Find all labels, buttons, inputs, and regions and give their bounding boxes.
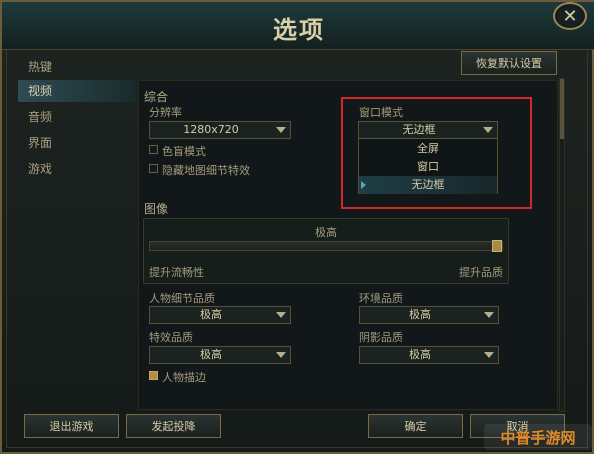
graphics-slider[interactable] <box>149 241 503 251</box>
environment-quality-value: 极高 <box>409 308 431 321</box>
chevron-down-icon <box>484 352 494 358</box>
performance-hint: 提升流畅性 <box>149 266 204 279</box>
shadow-quality-value: 极高 <box>409 348 431 361</box>
sidebar-item-interface[interactable]: 界面 <box>18 132 136 154</box>
reset-defaults-button[interactable]: 恢复默认设置 <box>461 51 557 75</box>
surrender-button[interactable]: 发起投降 <box>126 414 221 438</box>
title-bar: 选项 <box>2 2 594 50</box>
slider-handle[interactable] <box>492 240 502 252</box>
effects-quality-select[interactable]: 极高 <box>149 346 291 364</box>
scrollbar[interactable] <box>559 78 565 412</box>
character-quality-label: 人物细节品质 <box>149 292 215 305</box>
colorblind-checkbox[interactable] <box>149 145 158 154</box>
chevron-down-icon <box>276 127 286 133</box>
resolution-select[interactable]: 1280x720 <box>149 121 291 139</box>
scroll-thumb[interactable] <box>560 79 564 139</box>
shadow-quality-label: 阴影品质 <box>359 331 403 344</box>
effects-quality-value: 极高 <box>200 348 222 361</box>
watermark-text: 中普手游网 <box>500 429 575 447</box>
resolution-value: 1280x720 <box>183 123 239 136</box>
graphics-level-label: 极高 <box>315 226 337 239</box>
general-section-title: 综合 <box>144 90 169 104</box>
character-quality-value: 极高 <box>200 308 222 321</box>
colorblind-label: 色盲模式 <box>162 145 206 158</box>
character-quality-select[interactable]: 极高 <box>149 306 291 324</box>
sidebar-item-audio[interactable]: 音频 <box>18 106 136 128</box>
exit-game-button[interactable]: 退出游戏 <box>24 414 119 438</box>
chevron-down-icon <box>484 312 494 318</box>
sidebar-item-video[interactable]: 视频 <box>18 80 136 102</box>
options-window: 选项 ✕ 热键 视频 音频 界面 游戏 恢复默认设置 综合 分辨率 1280x7… <box>0 0 594 454</box>
chevron-down-icon <box>276 312 286 318</box>
hide-map-effects-label: 隐藏地图细节特效 <box>162 164 250 177</box>
chevron-down-icon <box>276 352 286 358</box>
close-icon: ✕ <box>562 5 578 27</box>
environment-quality-label: 环境品质 <box>359 292 403 305</box>
sidebar-item-game[interactable]: 游戏 <box>18 158 136 180</box>
quality-hint: 提升品质 <box>459 266 503 279</box>
character-outline-checkbox[interactable] <box>149 371 158 380</box>
hide-map-effects-checkbox[interactable] <box>149 164 158 173</box>
watermark-logo: 中普手游网 <box>484 424 592 450</box>
shadow-quality-select[interactable]: 极高 <box>359 346 499 364</box>
window-title: 选项 <box>273 16 325 44</box>
graphics-section-title: 图像 <box>144 202 169 216</box>
close-button[interactable]: ✕ <box>553 2 587 30</box>
resolution-label: 分辨率 <box>149 106 182 119</box>
effects-quality-label: 特效品质 <box>149 331 193 344</box>
slider-fill <box>150 242 502 250</box>
character-outline-label: 人物描边 <box>162 371 206 384</box>
ok-button[interactable]: 确定 <box>368 414 463 438</box>
environment-quality-select[interactable]: 极高 <box>359 306 499 324</box>
highlight-box <box>341 97 532 209</box>
sidebar-item-hotkeys[interactable]: 热键 <box>18 56 136 78</box>
